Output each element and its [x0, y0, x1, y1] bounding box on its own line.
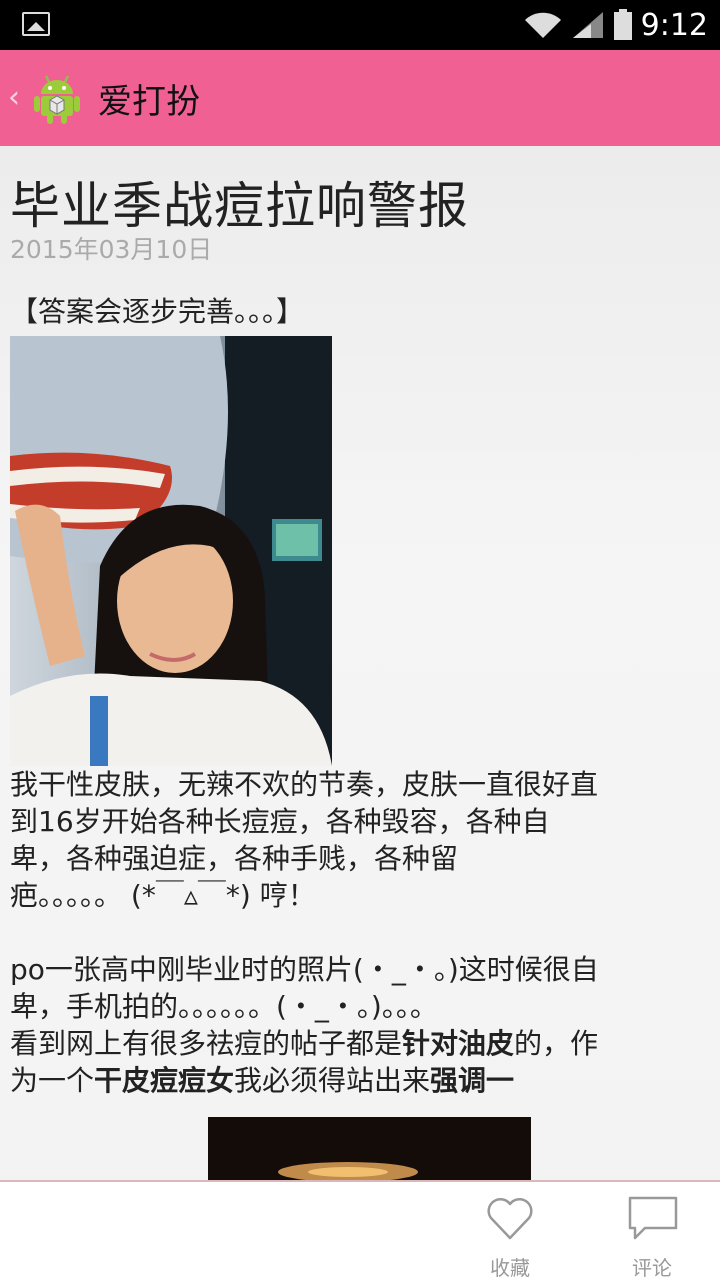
wifi-icon	[524, 12, 561, 38]
favorite-button[interactable]: 收藏	[470, 1182, 550, 1280]
heart-icon	[487, 1197, 533, 1240]
app-title: 爱打扮	[98, 82, 200, 122]
article-date: 2015年03月10日	[10, 235, 213, 264]
article-photo-selfie[interactable]	[10, 336, 332, 766]
paragraph-line: 到16岁开始各种长痘痘，各种毁容，各种自	[10, 805, 550, 838]
status-bar: 9:12	[0, 0, 720, 50]
back-chevron-icon[interactable]: ‹	[8, 80, 20, 115]
article-intro: 【答案会逐步完善。。。】	[10, 295, 305, 328]
article-title: 毕业季战痘拉响警报	[10, 177, 469, 235]
gallery-icon	[22, 12, 50, 36]
paragraph-line: 卑，手机拍的。。。。。。(・_・。)。。。	[10, 990, 438, 1023]
comment-label: 评论	[632, 1256, 672, 1280]
article-body: 我干性皮肤，无辣不欢的节奏，皮肤一直很好直 到16岁开始各种长痘痘，各种毁容，各…	[10, 766, 700, 1099]
paragraph-line: 看到网上有很多祛痘的帖子都是针对油皮的，作	[10, 1027, 599, 1060]
status-icons: 9:12	[523, 6, 708, 44]
paragraph-line: 疤。。。。。 (*￣▵￣*) 哼！	[10, 879, 316, 912]
article-photo-second[interactable]	[208, 1117, 531, 1180]
comment-button[interactable]: 评论	[612, 1182, 692, 1280]
battery-icon	[613, 9, 632, 40]
paragraph-line: po一张高中刚毕业时的照片(・_・。)这时候很自	[10, 953, 599, 986]
paragraph-line: 卑，各种强迫症，各种手贱，各种留	[10, 842, 459, 875]
action-bar: ‹ 爱打扮	[0, 50, 720, 146]
favorite-label: 收藏	[490, 1256, 530, 1280]
bottom-bar: 收藏 评论	[0, 1180, 720, 1280]
comment-icon	[628, 1196, 678, 1240]
android-app-icon[interactable]	[32, 72, 82, 126]
signal-icon	[572, 12, 603, 38]
paragraph-line: 为一个干皮痘痘女我必须得站出来强调一	[10, 1064, 515, 1097]
clock: 9:12	[640, 7, 708, 43]
article-content[interactable]: 毕业季战痘拉响警报 2015年03月10日 【答案会逐步完善。。。】 我干性皮肤…	[0, 146, 720, 1180]
paragraph-line: 我干性皮肤，无辣不欢的节奏，皮肤一直很好直	[10, 768, 599, 801]
